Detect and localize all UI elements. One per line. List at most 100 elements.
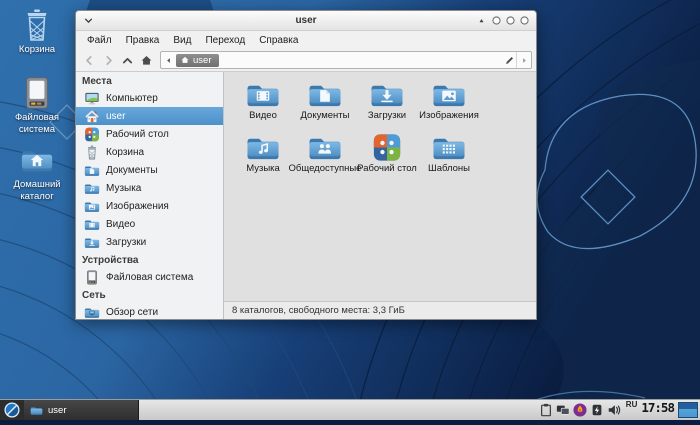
sidebar-item-label: Загрузки	[106, 236, 147, 248]
file-item[interactable]: Музыка	[232, 133, 294, 186]
flame-icon[interactable]	[573, 403, 588, 418]
harddrive-icon	[84, 269, 100, 285]
file-item-label: Изображения	[419, 110, 479, 121]
path-edit-button[interactable]	[502, 52, 516, 68]
menu-item[interactable]: Правка	[119, 33, 167, 48]
path-current-button[interactable]: user	[176, 53, 220, 67]
app-menu-button[interactable]	[0, 400, 24, 420]
path-scroll-left-button[interactable]	[161, 52, 175, 68]
file-item[interactable]: Шаблоны	[418, 133, 480, 186]
window-menu-icon[interactable]	[82, 14, 95, 27]
desktop-icon-item[interactable]: Домашний каталог	[6, 143, 68, 202]
desktop-icon-label: Домашний каталог	[13, 179, 61, 202]
back-icon	[83, 54, 96, 67]
sidebar-item-label: Корзина	[106, 146, 145, 158]
file-item-label: Общедоступные	[288, 163, 362, 174]
back-button[interactable]	[80, 52, 99, 69]
sidebar-item[interactable]: Видео	[76, 215, 223, 233]
sidebar-item-label: Рабочий стол	[106, 128, 169, 140]
file-item-label: Загрузки	[367, 110, 407, 121]
folder-music-icon	[84, 181, 100, 196]
minimize-icon	[491, 15, 502, 26]
sidebar-item-label: user	[106, 110, 126, 122]
up-button[interactable]	[118, 52, 137, 69]
main-pane: Видео Документы Загрузки Изображения Музыка О…	[224, 72, 536, 319]
sidebar-item[interactable]: user	[76, 107, 223, 125]
window-title: user	[295, 15, 317, 26]
path-scroll-right-button[interactable]	[516, 52, 531, 68]
home-toolbar-icon	[140, 54, 153, 67]
system-tray	[539, 400, 624, 420]
desktop-icon	[84, 127, 100, 142]
file-grid: Видео Документы Загрузки Изображения Музыка О…	[224, 72, 536, 301]
sidebar-item[interactable]: Изображения	[76, 197, 223, 215]
shade-icon	[477, 16, 486, 25]
sidebar-item-label: Обзор сети	[106, 306, 159, 318]
file-item[interactable]: Общедоступные	[289, 133, 361, 186]
up-icon	[121, 54, 134, 67]
sidebar-item[interactable]: Компьютер	[76, 89, 223, 107]
workspace-pager[interactable]	[678, 402, 698, 418]
launcher-logo-icon	[4, 402, 20, 418]
folder-public-icon	[307, 133, 343, 162]
file-manager-window: user Файл Правка Вид Переход Справка user Ме…	[75, 10, 537, 320]
network-icon	[84, 305, 100, 320]
toolbar: user	[76, 49, 536, 72]
folder-images-icon	[431, 80, 467, 109]
folder-downloads-icon	[369, 80, 405, 109]
clock[interactable]: 17:58	[639, 400, 676, 420]
sidebar-item[interactable]: Обзор сети	[76, 303, 223, 319]
sidebar-item[interactable]: Корзина	[76, 143, 223, 161]
displays-icon	[556, 403, 570, 417]
file-item-label: Музыка	[246, 163, 280, 174]
taskbar-task-user[interactable]: user	[24, 400, 139, 420]
sidebar-section-header: Сеть	[82, 290, 106, 301]
nav-buttons	[80, 52, 156, 69]
battery-icon[interactable]	[590, 403, 605, 418]
shade-button[interactable]	[477, 14, 486, 27]
menu-item[interactable]: Файл	[80, 33, 119, 48]
folder-icon	[30, 405, 43, 416]
sidebar-item-label: Компьютер	[106, 92, 158, 104]
displays-icon[interactable]	[556, 403, 571, 418]
menu-item[interactable]: Переход	[198, 33, 252, 48]
titlebar[interactable]: user	[76, 11, 536, 31]
keyboard-layout-indicator[interactable]: RU	[624, 400, 640, 420]
trash-icon	[84, 145, 100, 160]
window-body: Места Компьютер user Рабочий стол Корзина Док…	[76, 72, 536, 319]
home-toolbar-button[interactable]	[137, 52, 156, 69]
volume-icon	[607, 403, 621, 417]
file-item[interactable]: Загрузки	[356, 80, 418, 133]
file-item[interactable]: Изображения	[418, 80, 480, 133]
clipboard-icon[interactable]	[539, 403, 554, 418]
minimize-button[interactable]	[491, 14, 502, 27]
menu-item[interactable]: Справка	[252, 33, 305, 48]
task-label: user	[48, 404, 67, 416]
folder-images-icon	[84, 199, 100, 214]
forward-button[interactable]	[99, 52, 118, 69]
sidebar-item[interactable]: Рабочий стол	[76, 125, 223, 143]
file-item[interactable]: Видео	[232, 80, 294, 133]
maximize-button[interactable]	[505, 14, 516, 27]
desktop-icon-label: Корзина	[18, 44, 56, 55]
home-icon	[180, 55, 190, 65]
desktop-icon-item[interactable]: Файловая система	[6, 76, 68, 135]
taskbar-spacer	[139, 400, 539, 420]
desktop-icon-item[interactable]: Корзина	[6, 8, 68, 56]
sidebar-item[interactable]: Файловая система	[76, 268, 223, 286]
scroll-left-icon	[163, 55, 174, 66]
sidebar-section-header: Места	[82, 76, 112, 87]
menubar: Файл Правка Вид Переход Справка	[76, 31, 536, 49]
close-icon	[519, 15, 530, 26]
sidebar-item[interactable]: Загрузки	[76, 233, 223, 251]
menu-item[interactable]: Вид	[166, 33, 198, 48]
pathbar[interactable]: user	[160, 51, 532, 69]
file-item[interactable]: Документы	[294, 80, 356, 133]
desktop-icon-label: Файловая система	[14, 112, 60, 135]
close-button[interactable]	[519, 14, 530, 27]
file-item[interactable]: Рабочий стол	[356, 133, 418, 186]
harddrive-icon	[20, 76, 54, 110]
volume-icon[interactable]	[607, 403, 622, 418]
sidebar-item[interactable]: Документы	[76, 161, 223, 179]
sidebar-item[interactable]: Музыка	[76, 179, 223, 197]
